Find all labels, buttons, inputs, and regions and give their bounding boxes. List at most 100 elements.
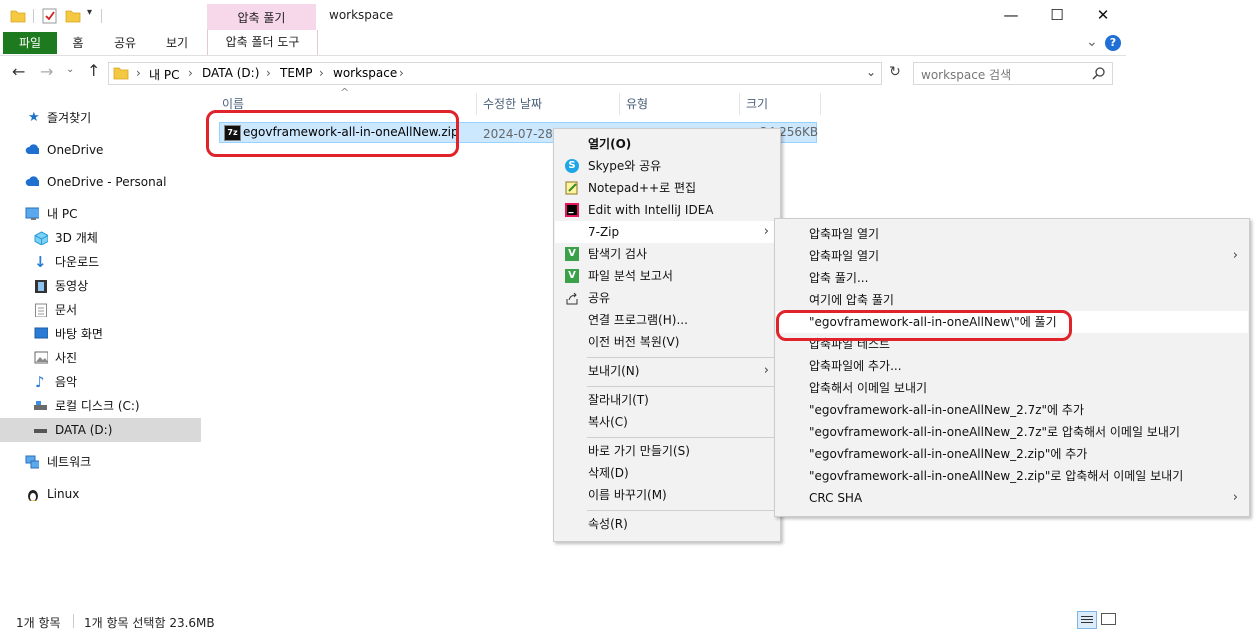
nav-item-network[interactable]: 네트워크 <box>0 450 201 474</box>
breadcrumb-data-drive[interactable]: DATA (D:) <box>202 66 259 80</box>
breadcrumb-workspace[interactable]: workspace <box>333 66 397 80</box>
menu-item-rename[interactable]: 이름 바꾸기(M) <box>555 484 779 506</box>
submenu-item-extract-files[interactable]: 압축 풀기... <box>776 267 1248 289</box>
cloud-icon <box>25 144 39 154</box>
skype-icon: S <box>565 159 579 173</box>
refresh-icon[interactable]: ↻ <box>885 62 905 83</box>
address-dropdown-icon[interactable]: ⌄ <box>866 65 876 79</box>
title-bar: ▾ 압축 풀기 workspace — ☐ ✕ <box>0 0 1126 32</box>
nav-item-data-d[interactable]: DATA (D:) <box>0 418 201 442</box>
menu-item-delete[interactable]: 삭제(D) <box>555 462 779 484</box>
menu-item-properties[interactable]: 속성(R) <box>555 513 779 535</box>
column-header-size[interactable]: 크기 <box>740 93 821 115</box>
submenu-7zip: 압축파일 열기 압축파일 열기 › 압축 풀기... 여기에 압축 풀기 "eg… <box>774 218 1250 517</box>
tab-share[interactable]: 공유 <box>107 32 143 54</box>
ribbon-expand-icon[interactable]: ⌄ <box>1086 34 1098 50</box>
nav-item-music[interactable]: ♪ 음악 <box>0 370 201 394</box>
window-title: workspace <box>329 8 394 22</box>
nav-item-videos[interactable]: 동영상 <box>0 274 201 298</box>
star-icon: ★ <box>28 110 40 125</box>
breadcrumb-separator: › <box>136 66 141 80</box>
breadcrumb-temp[interactable]: TEMP <box>280 66 313 80</box>
customize-qat-icon[interactable]: ▾ <box>87 7 92 18</box>
menu-item-file-analysis[interactable]: V 파일 분석 보고서 <box>555 265 779 287</box>
nav-item-onedrive-personal[interactable]: OneDrive - Personal <box>0 170 201 194</box>
nav-item-downloads[interactable]: ↓ 다운로드 <box>0 250 201 274</box>
nav-item-3d-objects[interactable]: 3D 개체 <box>0 226 201 250</box>
column-header-date[interactable]: 수정한 날짜 <box>477 93 620 115</box>
menu-item-share[interactable]: 공유 <box>555 287 779 309</box>
tab-compressed-folder-tools[interactable]: 압축 폴더 도구 <box>207 30 318 55</box>
recent-locations-icon[interactable]: ⌄ <box>66 64 74 75</box>
submenu-item-add-to-archive[interactable]: 압축파일에 추가... <box>776 355 1248 377</box>
tab-file[interactable]: 파일 <box>3 32 57 54</box>
details-view-icon[interactable] <box>1077 611 1097 629</box>
nav-item-quick-access[interactable]: ★ 즐겨찾기 <box>0 106 201 130</box>
submenu-item-crc-sha[interactable]: CRC SHA › <box>776 487 1248 509</box>
menu-item-open-with[interactable]: 연결 프로그램(H)... <box>555 309 779 331</box>
menu-item-cut[interactable]: 잘라내기(T) <box>555 389 779 411</box>
close-button[interactable]: ✕ <box>1080 0 1126 31</box>
address-bar[interactable]: › 내 PC › DATA (D:) › TEMP › workspace › … <box>108 62 882 85</box>
context-tab-title: 압축 풀기 <box>207 4 316 32</box>
submenu-item-zip-email[interactable]: "egovframework-all-in-oneAllNew_2.zip"로 … <box>776 465 1248 487</box>
menu-item-label: 보내기(N) <box>588 364 640 378</box>
nav-item-label: 내 PC <box>47 207 78 221</box>
nav-item-desktop[interactable]: 바탕 화면 <box>0 322 201 346</box>
back-arrow-icon[interactable]: ← <box>12 62 25 81</box>
up-arrow-icon[interactable]: ↑ <box>87 61 100 80</box>
menu-item-open[interactable]: 열기(O) <box>555 133 779 155</box>
picture-icon <box>34 351 48 364</box>
minimize-button[interactable]: — <box>988 0 1034 31</box>
drive-icon <box>34 429 47 433</box>
tab-home[interactable]: 홈 <box>62 32 94 54</box>
submenu-item-7z-email[interactable]: "egovframework-all-in-oneAllNew_2.7z"로 압… <box>776 421 1248 443</box>
nav-item-pictures[interactable]: 사진 <box>0 346 201 370</box>
nav-item-linux[interactable]: Linux <box>0 482 201 506</box>
menu-item-intellij[interactable]: Edit with IntelliJ IDEA <box>555 199 779 221</box>
menu-item-send-to[interactable]: 보내기(N) › <box>555 360 779 382</box>
v3-shield-icon: V <box>565 247 579 261</box>
new-folder-icon[interactable] <box>65 8 81 24</box>
menu-item-label: 바로 가기 만들기(S) <box>588 444 690 458</box>
folder-icon[interactable] <box>10 8 26 24</box>
breadcrumb-separator: › <box>188 66 193 80</box>
submenu-item-add-to-7z[interactable]: "egovframework-all-in-oneAllNew_2.7z"에 추… <box>776 399 1248 421</box>
breadcrumb-my-pc[interactable]: 내 PC <box>149 66 179 83</box>
status-selection: 1개 항목 선택함 23.6MB <box>84 616 215 630</box>
help-icon[interactable]: ? <box>1105 35 1121 51</box>
network-icon <box>25 455 39 469</box>
nav-item-label: 사진 <box>55 351 78 365</box>
submenu-item-open-archive[interactable]: 압축파일 열기 <box>776 223 1248 245</box>
submenu-item-extract-here[interactable]: 여기에 압축 풀기 <box>776 289 1248 311</box>
forward-arrow-icon[interactable]: → <box>40 62 53 81</box>
nav-item-local-disk-c[interactable]: 로컬 디스크 (C:) <box>0 394 201 418</box>
column-header-type[interactable]: 유형 <box>620 93 740 115</box>
download-icon: ↓ <box>34 253 47 271</box>
menu-item-copy[interactable]: 복사(C) <box>555 411 779 433</box>
large-icons-view-icon[interactable] <box>1101 613 1116 625</box>
menu-item-7zip[interactable]: 7-Zip › <box>555 221 779 243</box>
menu-item-notepadpp[interactable]: Notepad++로 편집 <box>555 177 779 199</box>
menu-item-label: 복사(C) <box>588 415 628 429</box>
menu-separator <box>587 357 777 358</box>
menu-item-explorer-scan[interactable]: V 탐색기 검사 <box>555 243 779 265</box>
menu-item-label: 탐색기 검사 <box>588 247 648 261</box>
properties-check-icon[interactable] <box>42 7 58 24</box>
tab-view[interactable]: 보기 <box>158 32 196 54</box>
menu-item-label: 열기(O) <box>588 137 632 151</box>
nav-item-onedrive[interactable]: OneDrive <box>0 138 201 162</box>
submenu-item-add-to-zip[interactable]: "egovframework-all-in-oneAllNew_2.zip"에 … <box>776 443 1248 465</box>
menu-item-label: Notepad++로 편집 <box>588 181 697 195</box>
nav-item-documents[interactable]: 문서 <box>0 298 201 322</box>
menu-item-skype-share[interactable]: S Skype와 공유 <box>555 155 779 177</box>
cube-icon <box>34 231 48 245</box>
menu-item-restore-previous[interactable]: 이전 버전 복원(V) <box>555 331 779 353</box>
maximize-button[interactable]: ☐ <box>1034 0 1080 31</box>
search-box[interactable]: workspace 검색 <box>913 62 1113 85</box>
menu-item-create-shortcut[interactable]: 바로 가기 만들기(S) <box>555 440 779 462</box>
submenu-item-compress-email[interactable]: 압축해서 이메일 보내기 <box>776 377 1248 399</box>
nav-item-my-pc[interactable]: 내 PC <box>0 202 201 226</box>
submenu-item-open-archive-more[interactable]: 압축파일 열기 › <box>776 245 1248 267</box>
search-input[interactable]: workspace 검색 <box>921 66 1011 83</box>
